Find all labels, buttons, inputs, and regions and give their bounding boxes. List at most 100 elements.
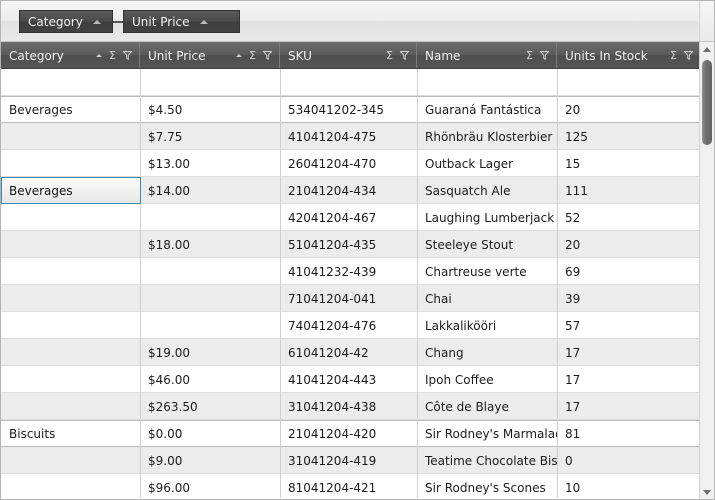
cell-units[interactable]: 125: [557, 123, 701, 150]
cell-units[interactable]: 57: [557, 312, 701, 339]
cell-units[interactable]: 10: [557, 474, 701, 500]
cell-name[interactable]: Guaraná Fantástica: [417, 96, 557, 123]
cell-sku[interactable]: 61041204-42: [280, 339, 417, 366]
cell-price[interactable]: $46.00: [140, 366, 280, 393]
table-row[interactable]: 74041204-476Lakkalikööri57: [1, 312, 701, 339]
table-row[interactable]: $46.0041041204-443Ipoh Coffee17: [1, 366, 701, 393]
table-row[interactable]: Biscuits$0.0021041204-420Sir Rodney's Ma…: [1, 420, 701, 447]
cell-sku[interactable]: 74041204-476: [280, 312, 417, 339]
cell-units[interactable]: 17: [557, 366, 701, 393]
table-row[interactable]: [1, 69, 701, 96]
sigma-icon[interactable]: Σ: [109, 50, 116, 61]
cell-units[interactable]: 39: [557, 285, 701, 312]
cell-name[interactable]: Laughing Lumberjack L: [417, 204, 557, 231]
table-row[interactable]: $19.0061041204-42Chang17: [1, 339, 701, 366]
scroll-up-button[interactable]: [700, 42, 714, 57]
cell-name[interactable]: Steeleye Stout: [417, 231, 557, 258]
group-by-panel[interactable]: Category Unit Price: [1, 1, 715, 42]
cell-name[interactable]: Sasquatch Ale: [417, 177, 557, 204]
cell-category[interactable]: [1, 69, 140, 96]
cell-name[interactable]: [417, 69, 557, 96]
cell-price[interactable]: [140, 69, 280, 96]
funnel-icon[interactable]: [540, 51, 549, 60]
cell-sku[interactable]: 26041204-470: [280, 150, 417, 177]
triangle-up-icon[interactable]: [96, 54, 102, 57]
cell-units[interactable]: 52: [557, 204, 701, 231]
cell-price[interactable]: [140, 204, 280, 231]
cell-category[interactable]: [1, 393, 140, 420]
cell-price[interactable]: $13.00: [140, 150, 280, 177]
column-header-category[interactable]: CategoryΣ: [1, 42, 140, 69]
cell-name[interactable]: Chartreuse verte: [417, 258, 557, 285]
cell-name[interactable]: Côte de Blaye: [417, 393, 557, 420]
sigma-icon[interactable]: Σ: [249, 50, 256, 61]
cell-units[interactable]: [557, 69, 701, 96]
table-row[interactable]: 71041204-041Chai39: [1, 285, 701, 312]
cell-sku[interactable]: [280, 69, 417, 96]
cell-sku[interactable]: 51041204-435: [280, 231, 417, 258]
cell-name[interactable]: Ipoh Coffee: [417, 366, 557, 393]
cell-price[interactable]: [140, 312, 280, 339]
cell-sku[interactable]: 21041204-420: [280, 420, 417, 447]
cell-price[interactable]: $9.00: [140, 447, 280, 474]
table-row[interactable]: Beverages$4.50534041202-345Guaraná Fantá…: [1, 96, 701, 123]
cell-units[interactable]: 69: [557, 258, 701, 285]
cell-price[interactable]: [140, 258, 280, 285]
cell-units[interactable]: 20: [557, 231, 701, 258]
scroll-down-button[interactable]: [700, 485, 714, 500]
cell-category[interactable]: [1, 258, 140, 285]
group-chip-category[interactable]: Category: [19, 10, 113, 33]
cell-sku[interactable]: 41041204-475: [280, 123, 417, 150]
cell-category[interactable]: [1, 285, 140, 312]
triangle-up-icon[interactable]: [236, 54, 242, 57]
cell-sku[interactable]: 42041204-467: [280, 204, 417, 231]
cell-name[interactable]: Teatime Chocolate Bisc: [417, 447, 557, 474]
cell-price[interactable]: $19.00: [140, 339, 280, 366]
cell-sku[interactable]: 31041204-419: [280, 447, 417, 474]
cell-category[interactable]: [1, 231, 140, 258]
cell-sku[interactable]: 71041204-041: [280, 285, 417, 312]
cell-name[interactable]: Chai: [417, 285, 557, 312]
cell-price[interactable]: $4.50: [140, 96, 280, 123]
table-row[interactable]: 41041232-439Chartreuse verte69: [1, 258, 701, 285]
cell-units[interactable]: 17: [557, 339, 701, 366]
cell-sku[interactable]: 534041202-345: [280, 96, 417, 123]
cell-category[interactable]: [1, 312, 140, 339]
cell-name[interactable]: Lakkalikööri: [417, 312, 557, 339]
sigma-icon[interactable]: Σ: [386, 50, 393, 61]
column-header-name[interactable]: NameΣ: [417, 42, 557, 69]
funnel-icon[interactable]: [400, 51, 409, 60]
cell-category[interactable]: Beverages: [1, 96, 140, 123]
cell-sku[interactable]: 31041204-438: [280, 393, 417, 420]
cell-sku[interactable]: 41041204-443: [280, 366, 417, 393]
cell-price[interactable]: $7.75: [140, 123, 280, 150]
column-header-units[interactable]: Units In StockΣ: [557, 42, 701, 69]
cell-units[interactable]: 0: [557, 447, 701, 474]
cell-category[interactable]: [1, 474, 140, 500]
cell-sku[interactable]: 21041204-434: [280, 177, 417, 204]
column-header-price[interactable]: Unit PriceΣ: [140, 42, 280, 69]
table-row[interactable]: $96.0081041204-421Sir Rodney's Scones10: [1, 474, 701, 500]
funnel-icon[interactable]: [263, 51, 272, 60]
cell-category[interactable]: [1, 150, 140, 177]
cell-name[interactable]: Chang: [417, 339, 557, 366]
cell-category[interactable]: [1, 339, 140, 366]
funnel-icon[interactable]: [684, 51, 693, 60]
group-chip-unit-price[interactable]: Unit Price: [123, 10, 240, 33]
sigma-icon[interactable]: Σ: [670, 50, 677, 61]
cell-name[interactable]: Sir Rodney's Marmalade: [417, 420, 557, 447]
table-row[interactable]: $18.0051041204-435Steeleye Stout20: [1, 231, 701, 258]
vertical-scrollbar[interactable]: [699, 42, 714, 500]
cell-units[interactable]: 17: [557, 393, 701, 420]
cell-category[interactable]: Biscuits: [1, 420, 140, 447]
cell-units[interactable]: 111: [557, 177, 701, 204]
vertical-scrollbar-thumb[interactable]: [702, 60, 712, 145]
cell-category[interactable]: [1, 204, 140, 231]
selected-cell-category[interactable]: Beverages: [1, 177, 141, 204]
cell-name[interactable]: Sir Rodney's Scones: [417, 474, 557, 500]
table-row[interactable]: $7.7541041204-475Rhönbräu Klosterbier125: [1, 123, 701, 150]
table-row[interactable]: $9.0031041204-419Teatime Chocolate Bisc0: [1, 447, 701, 474]
cell-category[interactable]: [1, 366, 140, 393]
cell-price[interactable]: $96.00: [140, 474, 280, 500]
column-header-sku[interactable]: SKUΣ: [280, 42, 417, 69]
